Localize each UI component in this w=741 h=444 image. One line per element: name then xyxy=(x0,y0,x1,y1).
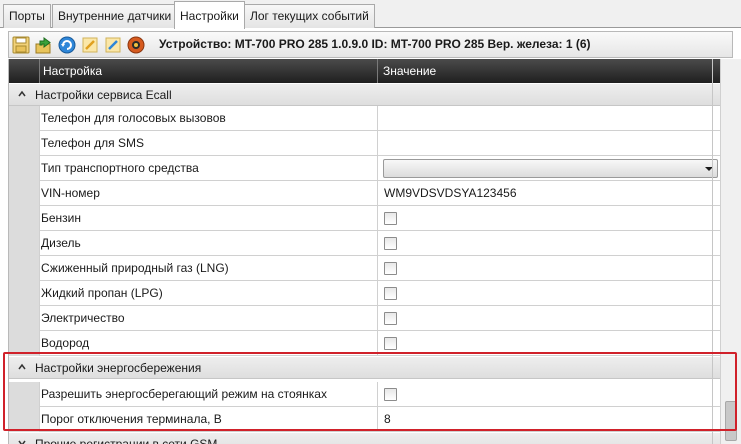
setting-name: Телефон для голосовых вызовов xyxy=(39,106,377,131)
toolbar: Устройство: MT-700 PRO 285 1.0.9.0 ID: M… xyxy=(8,31,733,58)
value-cell xyxy=(377,331,720,356)
tab-label: Порты xyxy=(9,9,45,23)
tab-label: Лог текущих событий xyxy=(250,9,369,23)
row-hydrogen: Водород xyxy=(9,331,720,356)
device-info: Устройство: MT-700 PRO 285 1.0.9.0 ID: M… xyxy=(159,37,591,51)
grid-header: Настройка Значение xyxy=(9,59,720,83)
row-petrol: Бензин xyxy=(9,206,720,231)
row-gutter xyxy=(9,407,39,432)
upload-icon[interactable] xyxy=(34,35,54,55)
value-cell xyxy=(377,306,720,331)
chevron-up-icon[interactable] xyxy=(17,89,27,99)
petrol-checkbox[interactable] xyxy=(384,212,397,225)
value-cell xyxy=(377,382,720,407)
row-parking-power-save: Разрешить энергосберегающий режим на сто… xyxy=(9,382,720,407)
setting-name: Водород xyxy=(39,331,377,356)
vertical-scrollbar[interactable] xyxy=(720,59,741,444)
tab-settings[interactable]: Настройки xyxy=(174,1,245,29)
row-gutter xyxy=(9,206,39,231)
value-cell xyxy=(377,231,720,256)
row-gutter xyxy=(9,156,39,181)
setting-name: Электричество xyxy=(39,306,377,331)
vehicle-type-select[interactable] xyxy=(383,159,718,178)
row-sms-phone: Телефон для SMS xyxy=(9,131,720,156)
sms-phone-field[interactable] xyxy=(377,131,720,156)
row-gutter xyxy=(9,256,39,281)
group-label: Настройки энергосбережения xyxy=(35,361,202,375)
row-lng: Сжиженный природный газ (LNG) xyxy=(9,256,720,281)
row-gutter xyxy=(9,331,39,356)
voice-phone-field[interactable] xyxy=(377,106,720,131)
diesel-checkbox[interactable] xyxy=(384,237,397,250)
tab-event-log[interactable]: Лог текущих событий xyxy=(244,4,375,28)
hydrogen-checkbox[interactable] xyxy=(384,337,397,350)
column-header-setting[interactable]: Настройка xyxy=(39,59,377,83)
reset-icon[interactable] xyxy=(126,35,146,55)
save-icon[interactable] xyxy=(11,35,31,55)
group-energy-saving[interactable]: Настройки энергосбережения xyxy=(9,357,720,379)
row-vehicle-type: Тип транспортного средства xyxy=(9,156,720,181)
tab-label: Настройки xyxy=(180,9,239,23)
setting-name: Жидкий пропан (LPG) xyxy=(39,281,377,306)
column-header-value[interactable]: Значение xyxy=(377,59,720,83)
row-shutdown-threshold: Порог отключения терминала, В 8 xyxy=(9,407,720,432)
setting-name: VIN-номер xyxy=(39,181,377,206)
tab-label: Внутренние датчики xyxy=(58,9,172,23)
row-gutter xyxy=(9,281,39,306)
row-gutter xyxy=(9,306,39,331)
setting-name: Бензин xyxy=(39,206,377,231)
shutdown-threshold-field[interactable]: 8 xyxy=(377,407,720,432)
chevron-up-icon[interactable] xyxy=(17,362,27,372)
vin-field[interactable]: WM9VDSVDSYA123456 xyxy=(377,181,720,206)
group-ecall-settings[interactable]: Настройки сервиса Ecall xyxy=(9,84,720,106)
tab-ports[interactable]: Порты xyxy=(3,4,51,28)
row-lpg: Жидкий пропан (LPG) xyxy=(9,281,720,306)
edit-icon[interactable] xyxy=(80,35,100,55)
setting-name: Сжиженный природный газ (LNG) xyxy=(39,256,377,281)
electricity-checkbox[interactable] xyxy=(384,312,397,325)
group-gsm-registration[interactable]: Прочие регистрации в сети GSM xyxy=(9,433,720,444)
tab-bar: Порты Внутренние датчики Настройки Лог т… xyxy=(0,0,741,29)
row-electricity: Электричество xyxy=(9,306,720,331)
row-gutter xyxy=(9,106,39,131)
row-gutter xyxy=(9,231,39,256)
value-cell xyxy=(377,206,720,231)
settings-grid: Настройка Значение Настройки сервиса Eca… xyxy=(8,59,720,444)
row-voice-phone: Телефон для голосовых вызовов xyxy=(9,106,720,131)
reload-icon[interactable] xyxy=(57,35,77,55)
chevron-down-icon[interactable] xyxy=(17,438,27,444)
row-gutter xyxy=(9,382,39,407)
group-label: Прочие регистрации в сети GSM xyxy=(35,437,218,444)
vehicle-type-cell xyxy=(377,156,720,181)
value-cell xyxy=(377,256,720,281)
setting-name: Тип транспортного средства xyxy=(39,156,377,181)
row-gutter xyxy=(9,131,39,156)
row-vin: VIN-номер WM9VDSVDSYA123456 xyxy=(9,181,720,206)
group-label: Настройки сервиса Ecall xyxy=(35,88,172,102)
setting-name: Дизель xyxy=(39,231,377,256)
value-cell xyxy=(377,281,720,306)
row-diesel: Дизель xyxy=(9,231,720,256)
row-gutter xyxy=(9,181,39,206)
edit-pencil-icon[interactable] xyxy=(103,35,123,55)
setting-name: Разрешить энергосберегающий режим на сто… xyxy=(39,382,377,407)
parking-power-save-checkbox[interactable] xyxy=(384,388,397,401)
lpg-checkbox[interactable] xyxy=(384,287,397,300)
lng-checkbox[interactable] xyxy=(384,262,397,275)
grid-right-border xyxy=(712,59,713,444)
tab-internal-sensors[interactable]: Внутренние датчики xyxy=(52,4,178,28)
scrollbar-thumb[interactable] xyxy=(725,401,737,441)
setting-name: Порог отключения терминала, В xyxy=(39,407,377,432)
setting-name: Телефон для SMS xyxy=(39,131,377,156)
